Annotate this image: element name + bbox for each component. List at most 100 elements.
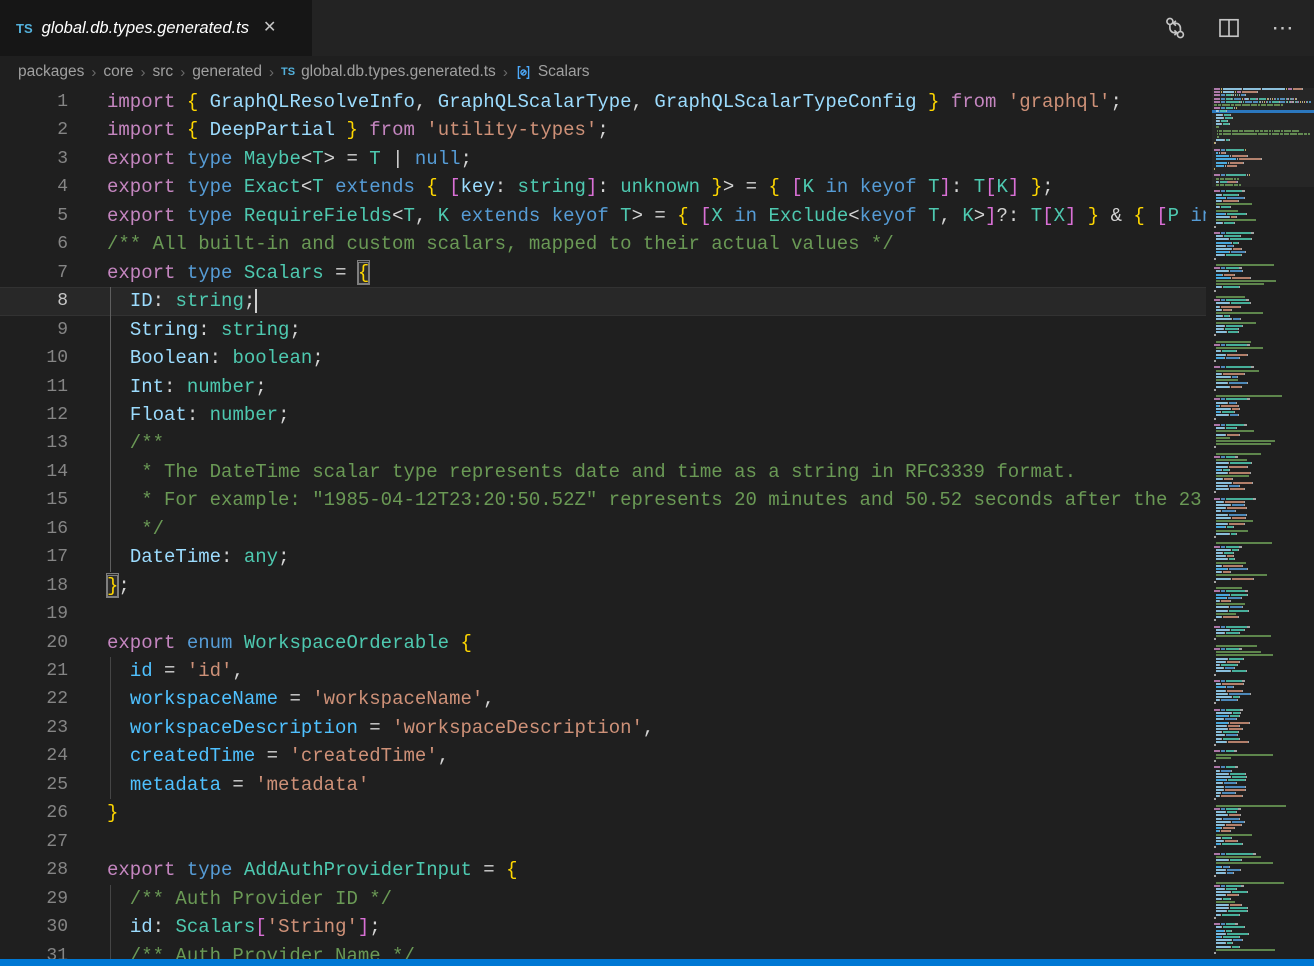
code-line[interactable]: 1import { GraphQLResolveInfo, GraphQLSca…	[0, 88, 1206, 116]
minimap-line	[1214, 574, 1267, 576]
line-number[interactable]: 10	[0, 344, 68, 372]
line-number[interactable]: 5	[0, 202, 68, 230]
code-line[interactable]: 23 workspaceDescription = 'workspaceDesc…	[0, 714, 1206, 742]
line-number[interactable]: 26	[0, 799, 68, 827]
code-line[interactable]: 18};	[0, 572, 1206, 600]
code-line[interactable]: 19	[0, 600, 1206, 628]
minimap-line	[1214, 699, 1238, 701]
code-line[interactable]: 28export type AddAuthProviderInput = {	[0, 856, 1206, 884]
minimap-line	[1214, 904, 1242, 906]
minimap-line	[1214, 437, 1230, 439]
minimap-line	[1214, 312, 1263, 314]
minimap-line	[1214, 702, 1216, 704]
code-line[interactable]: 15 * For example: "1985-04-12T23:20:50.5…	[0, 486, 1206, 514]
breadcrumb-item-core[interactable]: core	[103, 63, 133, 81]
line-number[interactable]: 21	[0, 657, 68, 685]
code-line[interactable]: 6/** All built-in and custom scalars, ma…	[0, 230, 1206, 258]
open-changes-icon[interactable]	[1162, 15, 1188, 41]
code-line[interactable]: 12 Float: number;	[0, 401, 1206, 429]
split-editor-icon[interactable]	[1216, 15, 1242, 41]
minimap-line	[1214, 594, 1248, 596]
line-number[interactable]: 2	[0, 116, 68, 144]
code-line[interactable]: 25 metadata = 'metadata'	[0, 771, 1206, 799]
line-number[interactable]: 25	[0, 771, 68, 799]
line-number[interactable]: 7	[0, 259, 68, 287]
line-number[interactable]: 30	[0, 913, 68, 941]
minimap-line	[1214, 885, 1244, 887]
line-number[interactable]: 28	[0, 856, 68, 884]
minimap-line	[1214, 523, 1245, 525]
minimap-line	[1214, 194, 1239, 196]
line-number[interactable]: 15	[0, 486, 68, 514]
code-line[interactable]: 13 /**	[0, 429, 1206, 457]
code-line[interactable]: 29 /** Auth Provider ID */	[0, 885, 1206, 913]
breadcrumb-item-generated[interactable]: generated	[192, 63, 262, 81]
code-line[interactable]: 2import { DeepPartial } from 'utility-ty…	[0, 116, 1206, 144]
minimap-line	[1214, 715, 1240, 717]
code-line[interactable]: 22 workspaceName = 'workspaceName',	[0, 685, 1206, 713]
code-line[interactable]: 4export type Exact<T extends { [key: str…	[0, 173, 1206, 201]
line-number[interactable]: 22	[0, 685, 68, 713]
line-number[interactable]: 8	[0, 287, 68, 315]
line-number[interactable]: 11	[0, 373, 68, 401]
code-line[interactable]: 14 * The DateTime scalar type represents…	[0, 458, 1206, 486]
code-line[interactable]: 20export enum WorkspaceOrderable {	[0, 629, 1206, 657]
line-number[interactable]: 16	[0, 515, 68, 543]
code-line[interactable]: 31 /** Auth Provider Name */	[0, 942, 1206, 960]
breadcrumb-item-scalars[interactable]: Scalars	[515, 63, 590, 81]
minimap-line	[1214, 571, 1231, 573]
minimap-line	[1214, 827, 1235, 829]
line-number[interactable]: 1	[0, 88, 68, 116]
minimap-line	[1214, 824, 1242, 826]
code-line[interactable]: 24 createdTime = 'createdTime',	[0, 742, 1206, 770]
line-number[interactable]: 4	[0, 173, 68, 201]
minimap-line	[1214, 866, 1230, 868]
minimap[interactable]	[1212, 88, 1314, 959]
line-number[interactable]: 9	[0, 316, 68, 344]
code-text: workspaceName = 'workspaceName',	[107, 685, 495, 713]
line-number[interactable]: 24	[0, 742, 68, 770]
code-line[interactable]: 16 */	[0, 515, 1206, 543]
line-number[interactable]: 31	[0, 942, 68, 960]
line-number[interactable]: 17	[0, 543, 68, 571]
line-number[interactable]: 29	[0, 885, 68, 913]
minimap-slider[interactable]	[1212, 88, 1314, 187]
code-line[interactable]: 10 Boolean: boolean;	[0, 344, 1206, 372]
breadcrumb-item-src[interactable]: src	[153, 63, 174, 81]
code-text: /**	[107, 429, 164, 457]
code-line[interactable]: 27	[0, 828, 1206, 856]
breadcrumb-label: generated	[192, 63, 262, 81]
code-line[interactable]: 8 ID: string;	[0, 287, 1206, 315]
code-line[interactable]: 26}	[0, 799, 1206, 827]
code-line[interactable]: 30 id: Scalars['String'];	[0, 913, 1206, 941]
code-line[interactable]: 7export type Scalars = {	[0, 259, 1206, 287]
line-number[interactable]: 14	[0, 458, 68, 486]
minimap-line	[1214, 830, 1231, 832]
code-line[interactable]: 21 id = 'id',	[0, 657, 1206, 685]
breadcrumb-item-packages[interactable]: packages	[18, 63, 84, 81]
line-number[interactable]: 6	[0, 230, 68, 258]
close-icon[interactable]: ✕	[263, 20, 276, 36]
line-number[interactable]: 12	[0, 401, 68, 429]
tab-global-db-types[interactable]: TS global.db.types.generated.ts ✕	[0, 0, 312, 56]
line-number[interactable]: 20	[0, 629, 68, 657]
line-number[interactable]: 13	[0, 429, 68, 457]
minimap-line	[1214, 667, 1235, 669]
minimap-line	[1214, 661, 1240, 663]
line-number[interactable]: 18	[0, 572, 68, 600]
code-line[interactable]: 9 String: string;	[0, 316, 1206, 344]
line-number[interactable]: 3	[0, 145, 68, 173]
line-number[interactable]: 27	[0, 828, 68, 856]
code-line[interactable]: 5export type RequireFields<T, K extends …	[0, 202, 1206, 230]
code-editor[interactable]: 1import { GraphQLResolveInfo, GraphQLSca…	[0, 88, 1206, 959]
line-number[interactable]: 19	[0, 600, 68, 628]
breadcrumb-item-global-db-types-generated-ts[interactable]: TSglobal.db.types.generated.ts	[281, 63, 496, 81]
line-number[interactable]: 23	[0, 714, 68, 742]
code-line[interactable]: 11 Int: number;	[0, 373, 1206, 401]
more-actions-icon[interactable]: ⋯	[1270, 15, 1296, 41]
minimap-line	[1214, 203, 1252, 205]
code-line[interactable]: 3export type Maybe<T> = T | null;	[0, 145, 1206, 173]
code-line[interactable]: 17 DateTime: any;	[0, 543, 1206, 571]
minimap-line	[1214, 475, 1249, 477]
minimap-line	[1214, 581, 1216, 583]
